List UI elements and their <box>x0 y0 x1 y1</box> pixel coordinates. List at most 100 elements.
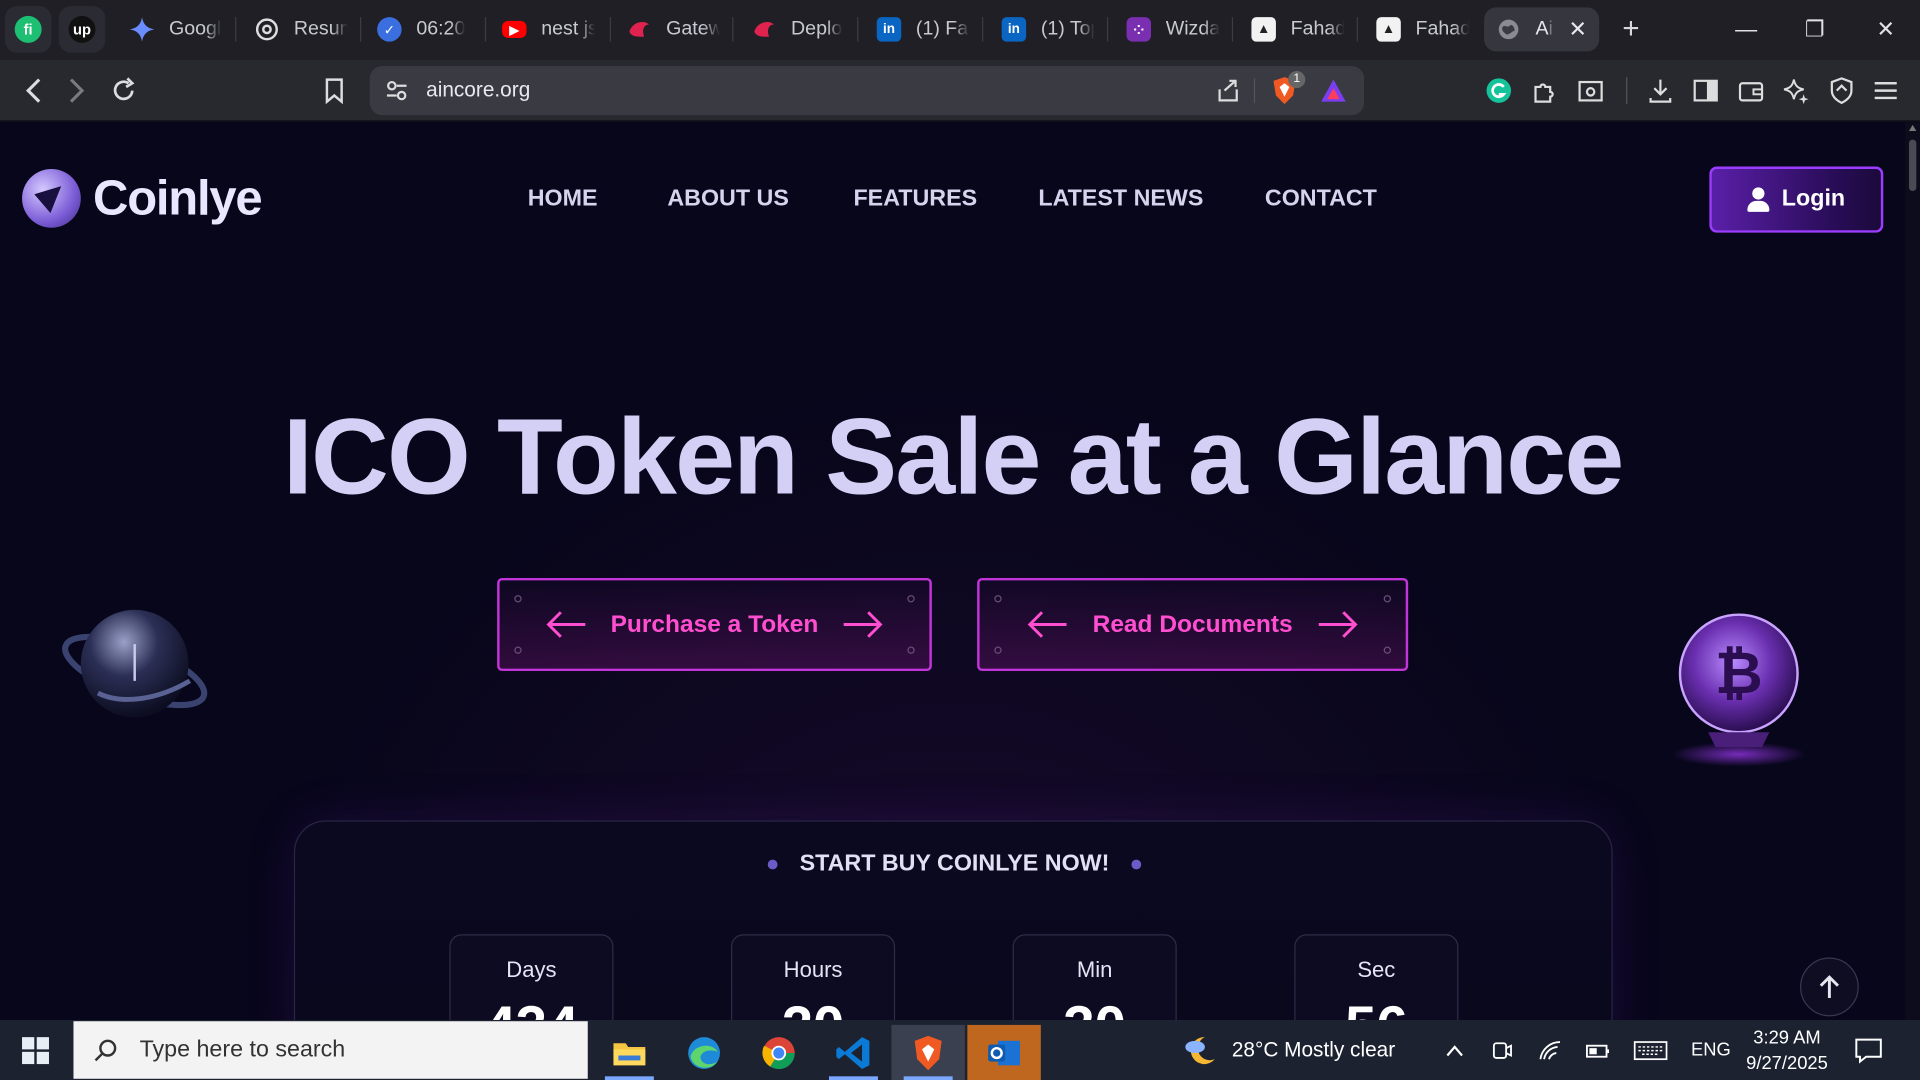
reload-button[interactable] <box>108 75 140 107</box>
back-button[interactable] <box>17 75 49 107</box>
site-settings-icon[interactable] <box>384 78 408 109</box>
windows-taskbar: Type here to search 28°C Mostly clear EN… <box>0 1020 1920 1080</box>
clock-icon: ✓ <box>377 17 402 42</box>
countdown-days: Days 434 <box>449 934 614 1021</box>
windows-start-icon[interactable] <box>22 1037 49 1065</box>
purchase-token-button[interactable]: Purchase a Token <box>497 577 932 672</box>
countdown-hours: Hours 20 <box>731 934 896 1021</box>
minimize-button[interactable]: — <box>1719 10 1773 49</box>
tab-chatgpt[interactable]: Resum <box>242 7 360 51</box>
linkedin-icon: in <box>876 17 902 42</box>
notifications-icon[interactable] <box>1854 1020 1883 1080</box>
shields-badge: 1 <box>1288 71 1306 89</box>
tab-youtube[interactable]: ▶ nest js <box>490 7 608 51</box>
svg-text:₿: ₿ <box>1715 638 1763 707</box>
browser-tab-strip: fi up Googl Resum ✓ 06:20 ▶ nest js Gate… <box>0 0 1920 61</box>
arrow-up-icon <box>1819 975 1839 998</box>
sidebar-icon[interactable] <box>1691 76 1720 105</box>
close-tab-icon[interactable]: ✕ <box>1568 17 1586 43</box>
forward-button[interactable] <box>61 75 93 107</box>
edge-icon[interactable] <box>667 1025 740 1080</box>
site-logo[interactable]: Coinlye <box>22 168 263 228</box>
wizdat-icon: ⁘ <box>1126 17 1152 42</box>
tab-gateway[interactable]: Gatew <box>615 7 733 51</box>
menu-icon[interactable] <box>1871 76 1900 105</box>
scroll-to-top-button[interactable] <box>1800 957 1859 1017</box>
close-window-button[interactable]: ✕ <box>1859 10 1913 49</box>
page-scrollbar[interactable] <box>1905 122 1920 1021</box>
chatgpt-icon <box>255 17 279 41</box>
weather-moon-icon <box>1185 1036 1215 1064</box>
wallet-icon[interactable] <box>1736 76 1765 105</box>
brave-icon[interactable] <box>891 1024 965 1080</box>
pinned-tab-fiverr[interactable]: fi <box>4 6 52 53</box>
touch-keyboard-icon[interactable] <box>1633 1020 1668 1080</box>
chrome-icon[interactable] <box>742 1025 815 1080</box>
countdown-sec: Sec 56 <box>1294 934 1459 1021</box>
buy-title: START BUY COINLYE NOW! <box>799 851 1110 877</box>
language-indicator[interactable]: ENG <box>1691 1020 1731 1080</box>
browser-toolbar: aincore.org 1 <box>0 60 1920 122</box>
nav-about-us[interactable]: ABOUT US <box>667 186 789 213</box>
screenshot-icon[interactable] <box>1576 76 1605 105</box>
login-button[interactable]: Login <box>1709 166 1884 233</box>
tab-fahad-2[interactable]: ▲ Fahad <box>1364 7 1482 51</box>
buy-countdown-card: START BUY COINLYE NOW! Days 434 Hours 20… <box>293 820 1613 1021</box>
new-tab-button[interactable]: + <box>1616 12 1645 46</box>
nav-latest-news[interactable]: LATEST NEWS <box>1038 186 1203 213</box>
nav-home[interactable]: HOME <box>528 186 598 213</box>
outlook-icon[interactable] <box>967 1024 1041 1080</box>
scrollbar-thumb[interactable] <box>1908 139 1917 192</box>
tab-deploy[interactable]: Deplo <box>740 7 858 51</box>
bookmark-button[interactable] <box>318 75 350 107</box>
brand-name: Coinlye <box>93 170 263 225</box>
read-documents-button[interactable]: Read Documents <box>977 577 1409 672</box>
grammarly-icon[interactable] <box>1484 76 1513 105</box>
downloads-icon[interactable] <box>1646 76 1675 105</box>
profile-icon: ▲ <box>1376 17 1401 42</box>
address-bar[interactable]: aincore.org 1 <box>369 66 1365 116</box>
tab-wizdat[interactable]: ⁘ Wizda <box>1114 7 1232 51</box>
tab-clock[interactable]: ✓ 06:20 <box>365 7 483 51</box>
brave-rewards-icon[interactable] <box>1320 78 1347 109</box>
tab-active-ai[interactable]: Ai ✕ <box>1484 7 1600 52</box>
tab-gemini[interactable]: Googl <box>118 7 236 51</box>
extensions-icon[interactable] <box>1531 76 1560 105</box>
globe-icon <box>1496 17 1520 41</box>
clock-date: 9/27/2025 <box>1746 1052 1828 1074</box>
leo-ai-icon[interactable] <box>1782 76 1811 105</box>
pinned-tab-upwork[interactable]: up <box>58 6 106 53</box>
tab-fahad-1[interactable]: ▲ Fahad <box>1239 7 1357 51</box>
youtube-icon: ▶ <box>502 20 527 38</box>
arrow-left-icon <box>1028 611 1067 638</box>
tab-linkedin-2[interactable]: in (1) Top <box>989 7 1107 51</box>
hero-title: ICO Token Sale at a Glance <box>282 395 1624 517</box>
file-explorer-icon[interactable] <box>593 1025 666 1080</box>
arrow-left-icon <box>546 611 585 638</box>
taskbar-search[interactable]: Type here to search <box>73 1021 588 1079</box>
weather-widget[interactable]: 28°C Mostly clear <box>1183 1020 1395 1080</box>
wifi-icon[interactable] <box>1538 1020 1562 1080</box>
arrow-right-icon <box>844 611 883 638</box>
share-icon[interactable] <box>1215 77 1242 110</box>
coinlye-logo-icon <box>22 168 81 228</box>
meet-now-icon[interactable] <box>1491 1020 1513 1080</box>
show-hidden-icons[interactable] <box>1445 1020 1465 1080</box>
fiverr-icon: fi <box>14 15 42 43</box>
web-page: Coinlye HOME ABOUT US FEATURES LATEST NE… <box>0 122 1906 1021</box>
battery-icon[interactable] <box>1584 1020 1611 1080</box>
upwork-icon: up <box>68 15 96 43</box>
vscode-icon[interactable] <box>817 1025 890 1080</box>
vpn-icon[interactable] <box>1827 76 1856 105</box>
clock-time: 3:29 AM <box>1753 1026 1821 1048</box>
tab-linkedin-1[interactable]: in (1) Fah <box>864 7 982 51</box>
countdown-min: Min 30 <box>1012 934 1177 1021</box>
gemini-icon <box>129 17 155 42</box>
nav-contact[interactable]: CONTACT <box>1265 186 1377 213</box>
linkedin-icon: in <box>1001 17 1027 42</box>
url-text[interactable]: aincore.org <box>426 78 530 102</box>
nav-features[interactable]: FEATURES <box>853 186 977 213</box>
restore-button[interactable]: ❐ <box>1788 10 1842 49</box>
clock[interactable]: 3:29 AM 9/27/2025 <box>1746 1020 1828 1080</box>
search-icon <box>94 1038 117 1061</box>
